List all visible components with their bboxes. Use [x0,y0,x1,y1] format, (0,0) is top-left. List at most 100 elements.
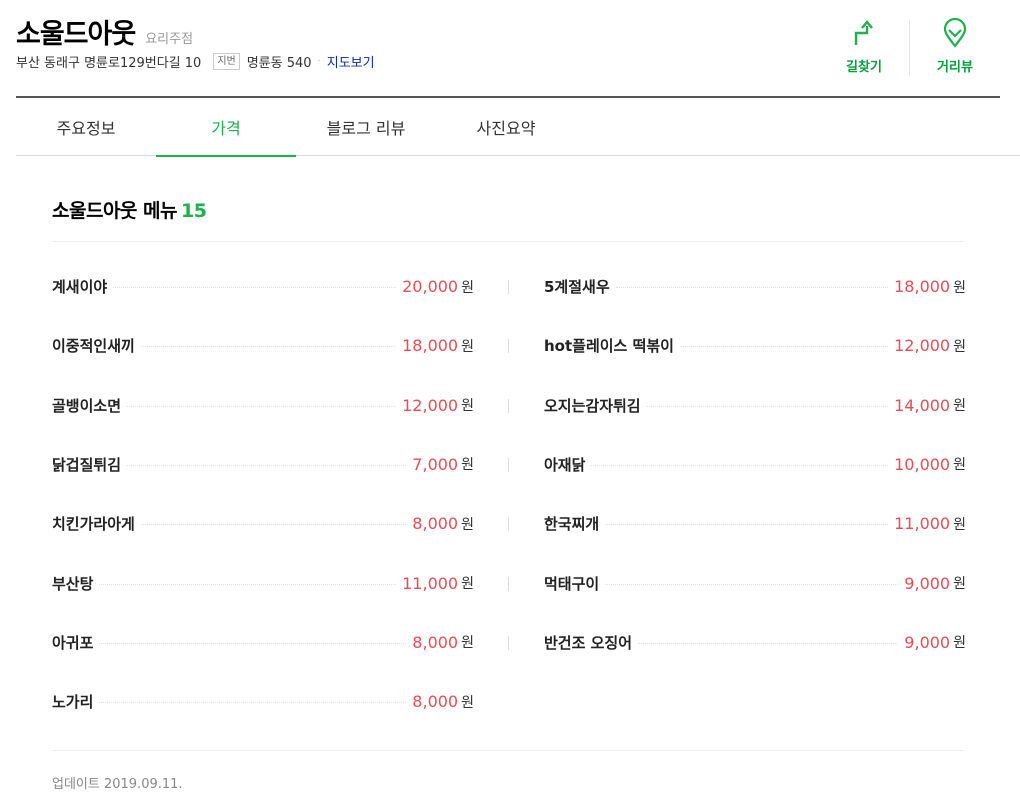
menu-item: 부산탕 11,000 원 [52,554,474,613]
menu-item-currency: 원 [461,694,474,711]
menu-item: 이중적인새끼 18,000 원 [52,316,474,375]
menu-item: 닭겁질튀김 7,000 원 [52,435,474,494]
tab-price[interactable]: 가격 [156,98,296,157]
place-category: 요리주점 [145,32,194,47]
menu-item-leader [99,702,407,704]
street-view-label: 거리뷰 [937,60,973,75]
menu-item-name: hot플레이스 떡볶이 [544,335,680,357]
menu-item-currency: 원 [461,457,474,474]
directions-label: 길찾기 [846,60,882,75]
menu-item-price: 12,000 [894,336,951,356]
directions-button[interactable]: 길찾기 [819,18,909,78]
menu-item-name: 반건조 오징어 [544,631,639,653]
menu-item-leader [605,524,889,526]
menu-item-name: 골뱅이소면 [52,394,128,416]
menu-count: 15 [180,200,207,222]
menu-item-price: 11,000 [894,514,951,534]
menu-item-currency: 원 [953,635,966,652]
menu-item-price: 18,000 [402,336,459,356]
menu-item: hot플레이스 떡볶이 12,000 원 [544,316,966,375]
menu-item-price: 8,000 [412,514,459,534]
action-buttons: 길찾기 거리뷰 [819,18,1000,78]
menu-item-price: 11,000 [402,573,459,593]
street-view-pin-icon [942,18,968,48]
column-separator [508,576,509,591]
place-header: 소울드아웃 요리주점 부산 동래구 명륜로129번다길 10 지번 명륜동 54… [16,0,1000,98]
address-row: 부산 동래구 명륜로129번다길 10 지번 명륜동 540 · 지도보기 [16,52,375,71]
column-separator [508,635,509,650]
tab-blog-review[interactable]: 블로그 리뷰 [296,98,436,156]
menu-item: 5계절새우 18,000 원 [544,257,966,316]
menu-item-price: 20,000 [402,277,459,296]
menu-item-currency: 원 [953,398,966,415]
menu-item-currency: 원 [461,338,474,355]
menu-item-leader [99,583,397,585]
menu-item-currency: 원 [461,516,474,533]
menu-item-price: 7,000 [412,454,459,474]
menu-grid: 계새이야 20,000 원 이중적인새끼 18,000 원 골뱅이소면 12,000 원 닭겁질튀… [52,242,966,750]
menu-item-leader [140,524,407,526]
menu-item-name: 오지는감자튀김 [544,394,647,416]
tab-bar: 주요정보 가격 블로그 리뷰 사진요약 [16,98,1020,157]
menu-item-currency: 원 [953,279,966,296]
title-row: 소울드아웃 요리주점 [16,12,193,51]
menu-item: 계새이야 20,000 원 [52,257,474,316]
separator-dot: · [317,56,321,67]
menu-item-currency: 원 [953,457,966,474]
menu-item: 오지는감자튀김 14,000 원 [544,376,966,435]
menu-item-name: 부산탕 [52,572,100,594]
menu-item-name: 노가리 [52,691,100,713]
menu-item-name: 아귀포 [52,631,100,653]
menu-item-name: 이중적인새끼 [52,335,141,357]
footer-divider [52,750,964,751]
tab-main-info[interactable]: 주요정보 [16,98,156,156]
menu-item: 반건조 오징어 9,000 원 [544,613,966,672]
menu-item: 아귀포 8,000 원 [52,613,474,672]
directions-arrow-icon [851,18,877,48]
menu-item-price: 9,000 [904,632,951,652]
menu-item: 골뱅이소면 12,000 원 [52,376,474,435]
menu-item-price: 12,000 [402,395,459,415]
menu-item-currency: 원 [953,576,966,592]
menu-item-currency: 원 [461,576,474,592]
menu-item: 노가리 8,000 원 [52,672,474,731]
column-separator [508,517,509,532]
road-address: 부산 동래구 명륜로129번다길 10 [16,56,202,71]
menu-item-name: 5계절새우 [544,276,616,297]
menu-item-price: 14,000 [894,395,951,415]
menu-item-price: 9,000 [904,573,951,593]
menu-item-currency: 원 [953,516,966,533]
menu-item-price: 10,000 [894,454,951,474]
menu-item-leader [140,346,397,348]
menu-item-leader [127,464,407,466]
menu-item-leader [591,464,889,466]
map-view-link[interactable]: 지도보기 [327,52,375,71]
menu-item-price: 8,000 [412,692,459,712]
menu-item-name: 한국찌개 [544,513,606,535]
menu-item-name: 아재닭 [544,453,592,475]
menu-item-leader [638,642,899,644]
jibun-badge: 지번 [213,53,240,70]
jibun-address: 명륜동 540 [246,56,312,71]
menu-item-currency: 원 [461,279,474,296]
column-separator [508,280,509,294]
menu-item-name: 치킨가라아게 [52,513,141,535]
menu-item-leader [646,405,889,407]
tab-photo-summary[interactable]: 사진요약 [436,98,576,156]
column-separator [508,457,509,472]
menu-item-currency: 원 [953,338,966,355]
menu-item-currency: 원 [461,398,474,415]
menu-item-leader [679,346,889,348]
menu-item: 치킨가라아게 8,000 원 [52,494,474,553]
menu-item-price: 18,000 [894,277,951,296]
menu-title: 소울드아웃 메뉴 [52,200,177,222]
place-name: 소울드아웃 [16,19,136,50]
menu-item: 아재닭 10,000 원 [544,435,966,494]
menu-section: 소울드아웃 메뉴 15 계새이야 20,000 원 이중적인새끼 18,000 원 골뱅이소면… [52,156,966,750]
menu-item-leader [99,642,407,644]
column-separator [508,339,509,354]
column-separator [508,398,509,413]
street-view-button[interactable]: 거리뷰 [910,18,1000,78]
menu-heading: 소울드아웃 메뉴 15 [52,196,964,242]
menu-item: 한국찌개 11,000 원 [544,494,966,553]
